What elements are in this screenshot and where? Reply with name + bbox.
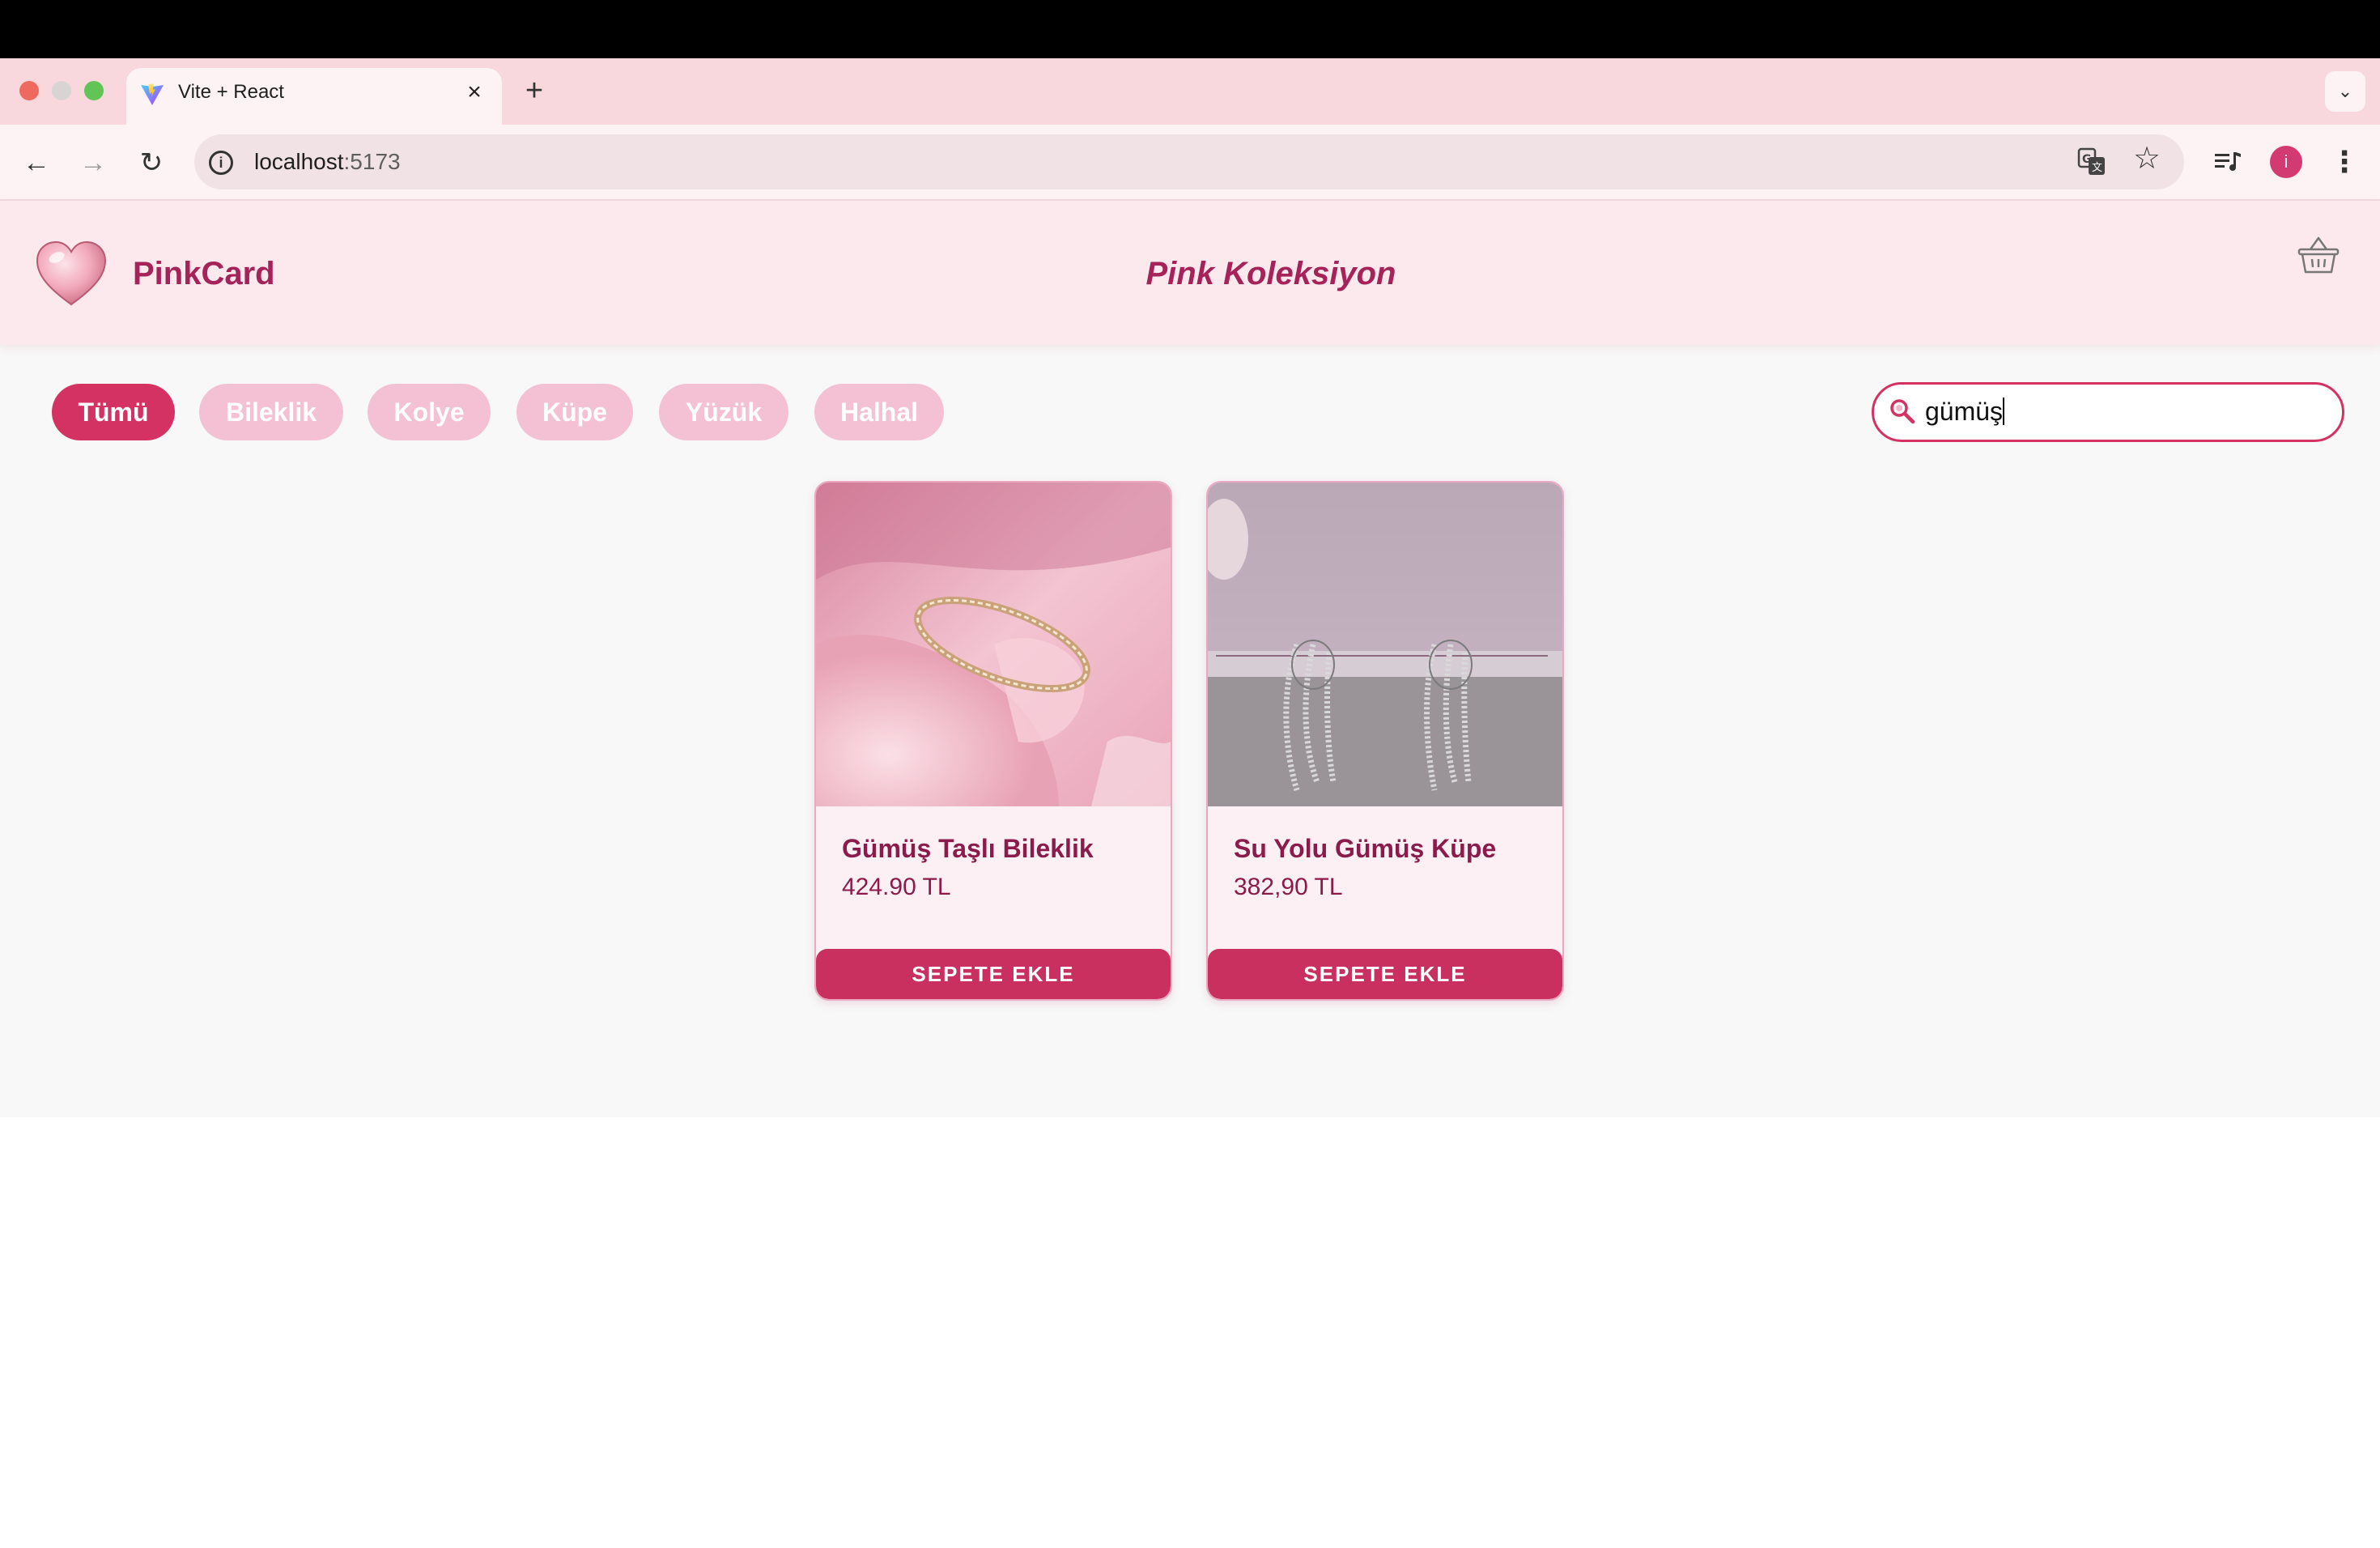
back-arrow-icon[interactable]: ← [18,144,55,181]
minimize-window-button[interactable] [52,81,71,100]
product-card[interactable]: Gümüş Taşlı Bileklik 424.90 TL SEPETE EK… [814,481,1172,1001]
add-to-cart-button[interactable]: SEPETE EKLE [1208,949,1562,999]
vite-logo-icon [141,83,164,105]
basket-icon[interactable] [2296,232,2341,277]
heart-logo-icon[interactable] [32,235,110,313]
product-image-bracelet[interactable] [816,483,1171,806]
collection-title: Pink Koleksiyon [1145,256,1396,291]
new-tab-button[interactable]: + [518,74,550,107]
search-value[interactable]: gümüş [1925,395,2005,427]
url-text[interactable]: localhost:5173 [254,147,401,176]
add-to-cart-button[interactable]: SEPETE EKLE [816,949,1171,999]
bookmark-star-icon[interactable]: ☆ [2131,142,2163,175]
product-card[interactable]: Su Yolu Gümüş Küpe 382,90 TL SEPETE EKLE [1206,481,1564,1001]
svg-text:文: 文 [2092,162,2102,174]
reload-icon[interactable]: ↻ [133,144,170,181]
filter-chip-kolye[interactable]: Kolye [368,384,491,440]
close-tab-icon[interactable]: × [460,78,489,107]
address-bar[interactable] [194,134,2184,189]
filter-chip-halhal[interactable]: Halhal [814,384,944,440]
filter-chip-kupe[interactable]: Küpe [516,384,633,440]
product-image-earrings[interactable] [1208,483,1562,806]
os-menu-bar [0,0,2380,58]
close-window-button[interactable] [19,81,39,100]
product-name[interactable]: Gümüş Taşlı Bileklik [842,831,1094,866]
forward-arrow-icon[interactable]: → [74,144,112,181]
product-name[interactable]: Su Yolu Gümüş Küpe [1234,831,1496,866]
search-icon [1890,399,1915,424]
product-price: 382,90 TL [1234,874,1343,900]
filter-chip-yuzuk[interactable]: Yüzük [659,384,788,440]
profile-avatar[interactable]: i [2270,146,2302,178]
media-controls-icon[interactable] [2212,146,2244,178]
site-info-icon[interactable]: i [209,151,233,175]
filter-chip-tumu[interactable]: Tümü [52,384,175,440]
maximize-window-button[interactable] [84,81,104,100]
product-price: 424.90 TL [842,874,951,900]
translate-icon[interactable]: G 文 [2077,147,2106,176]
tab-title: Vite + React [178,81,284,103]
tab-search-chevron-icon[interactable]: ⌄ [2325,71,2365,112]
filter-chip-bileklik[interactable]: Bileklik [199,384,343,440]
browser-menu-icon[interactable]: ⋮ [2328,144,2361,180]
brand-name[interactable]: PinkCard [133,251,275,296]
